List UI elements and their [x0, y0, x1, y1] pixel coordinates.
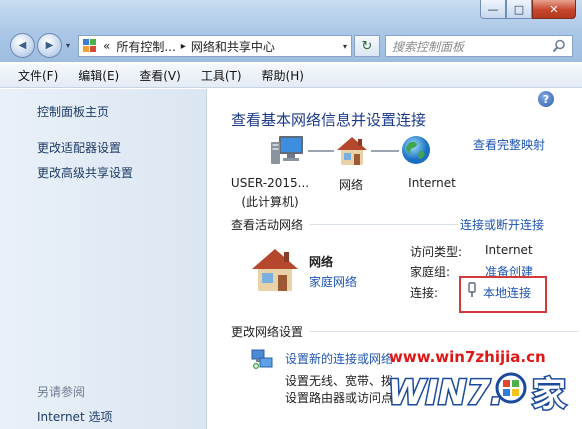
forward-button[interactable]: ▶	[37, 33, 62, 58]
control-panel-icon	[83, 39, 99, 53]
setup-connection-link[interactable]: 设置新的连接或网络	[285, 350, 393, 367]
back-arrow-icon: ◀	[18, 40, 27, 51]
access-type-label: 访问类型:	[410, 245, 463, 259]
breadcrumb-control-panel[interactable]: 所有控制...	[116, 38, 175, 55]
house-icon[interactable]	[335, 135, 369, 167]
active-networks-title: 查看活动网络	[231, 218, 304, 232]
breadcrumb-network-center[interactable]: 网络和共享中心	[191, 38, 275, 55]
address-dropdown-icon[interactable]: ▾	[343, 42, 347, 51]
refresh-button[interactable]: ↻	[354, 35, 380, 57]
search-input[interactable]: 搜索控制面板	[385, 35, 573, 57]
local-connection-link[interactable]: 本地连接	[483, 284, 531, 301]
maximize-button[interactable]: □	[506, 0, 532, 19]
menu-file[interactable]: 文件(F)	[8, 67, 68, 84]
help-icon[interactable]: ?	[538, 91, 554, 107]
window-controls: — □ ✕	[480, 0, 576, 19]
globe-icon[interactable]	[400, 134, 432, 166]
connection-label: 连接:	[410, 286, 439, 300]
sidebar-link-adapter-settings[interactable]: 更改适配器设置	[37, 139, 121, 156]
recent-pages-dropdown[interactable]: ▾	[66, 41, 70, 50]
computer-name-label: USER-2015...	[230, 176, 310, 190]
menu-tools[interactable]: 工具(T)	[191, 67, 252, 84]
minimize-button[interactable]: —	[480, 0, 506, 19]
new-connection-icon	[251, 349, 273, 369]
search-icon[interactable]	[552, 39, 566, 53]
address-bar[interactable]: « 所有控制... ▸ 网络和共享中心 ▾	[78, 35, 352, 57]
watermark-logo: WIN7. 家	[387, 372, 568, 417]
internet-node-label: Internet	[408, 176, 456, 190]
view-full-map-link[interactable]: 查看完整映射	[473, 136, 545, 153]
sidebar-link-control-panel-home[interactable]: 控制面板主页	[37, 103, 109, 120]
computer-icon[interactable]	[270, 134, 306, 168]
setup-description-line1: 设置无线、宽带、拨	[285, 374, 394, 388]
address-prefix[interactable]: «	[103, 39, 110, 53]
menu-bar: 文件(F) 编辑(E) 查看(V) 工具(T) 帮助(H)	[0, 64, 582, 88]
divider	[310, 331, 578, 332]
access-type-value: Internet	[485, 243, 533, 257]
home-network-icon	[252, 249, 298, 291]
setup-description-line2: 设置路由器或访问点	[285, 391, 394, 405]
see-also-title: 另请参阅	[37, 385, 86, 399]
navigation-bar: ◀ ▶ ▾ « 所有控制... ▸ 网络和共享中心 ▾ ↻ 搜索控制面板	[0, 29, 582, 61]
connect-disconnect-link[interactable]: 连接或断开连接	[460, 216, 544, 233]
refresh-icon: ↻	[361, 38, 373, 54]
connection-line	[371, 150, 399, 152]
svg-text:家: 家	[532, 375, 566, 415]
network-name: 网络	[309, 255, 334, 269]
divider	[310, 224, 458, 225]
watermark-url: www.win7zhijia.cn	[389, 348, 546, 366]
change-settings-title: 更改网络设置	[231, 325, 304, 339]
menu-view[interactable]: 查看(V)	[129, 67, 191, 84]
breadcrumb-separator[interactable]: ▸	[181, 41, 186, 52]
forward-arrow-icon: ▶	[45, 40, 54, 51]
homegroup-label: 家庭组:	[410, 265, 451, 279]
network-node-label: 网络	[338, 178, 363, 192]
close-button[interactable]: ✕	[532, 0, 576, 19]
menu-edit[interactable]: 编辑(E)	[68, 67, 129, 84]
page-title: 查看基本网络信息并设置连接	[231, 111, 427, 129]
menu-help[interactable]: 帮助(H)	[252, 67, 314, 84]
computer-sub-label: (此计算机)	[241, 195, 299, 209]
back-button[interactable]: ◀	[10, 33, 35, 58]
sidebar-link-internet-options[interactable]: Internet 选项	[37, 408, 112, 425]
ethernet-icon	[468, 282, 476, 297]
sidebar-link-advanced-sharing[interactable]: 更改高级共享设置	[37, 164, 133, 181]
network-type-link[interactable]: 家庭网络	[309, 273, 357, 290]
svg-text:WIN7.: WIN7.	[388, 373, 503, 413]
sidebar: 控制面板主页 更改适配器设置 更改高级共享设置 另请参阅 Internet 选项	[0, 89, 207, 429]
connection-line	[308, 150, 334, 152]
search-placeholder: 搜索控制面板	[392, 39, 465, 54]
